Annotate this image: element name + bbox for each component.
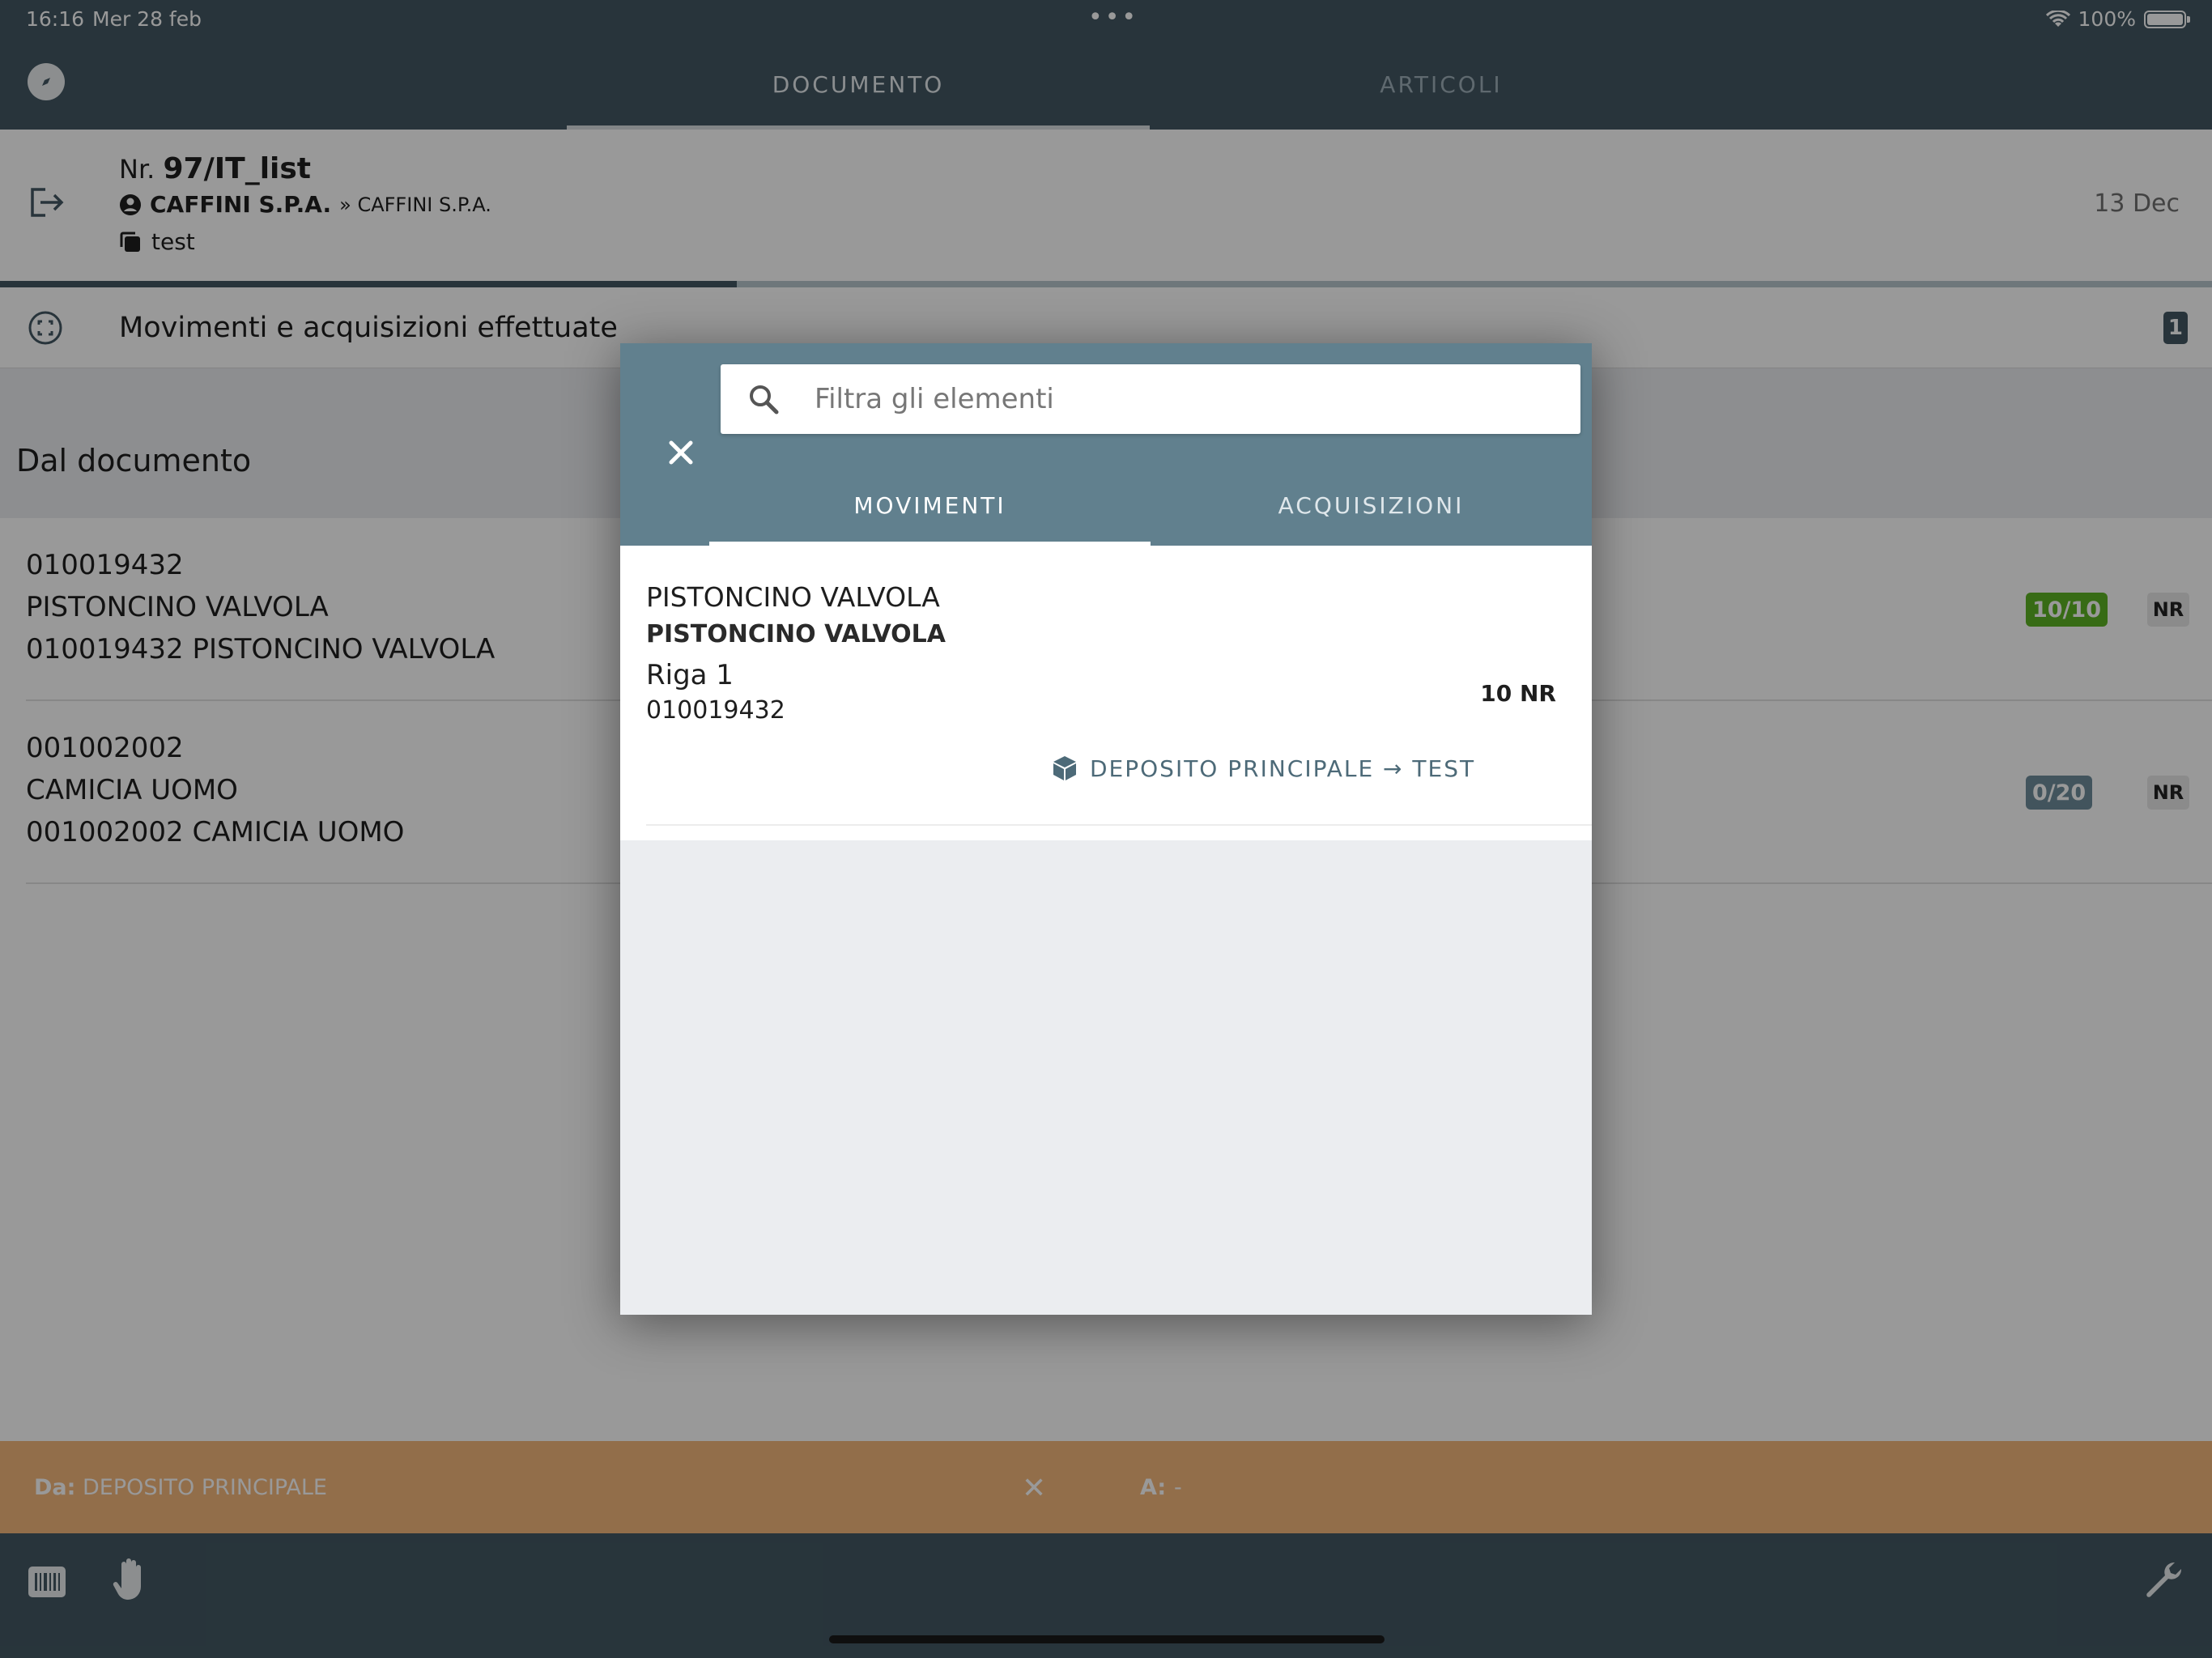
tab-movimenti-label: MOVIMENTI <box>853 491 1006 519</box>
movement-route: DEPOSITO PRINCIPALE → TEST <box>1051 755 1475 782</box>
movement-route-text: DEPOSITO PRINCIPALE → TEST <box>1090 755 1476 782</box>
search-input[interactable] <box>815 376 1559 423</box>
movements-dialog: MOVIMENTI ACQUISIZIONI PISTONCINO VALVOL… <box>620 343 1592 1315</box>
divider <box>646 824 1592 826</box>
search-box <box>721 364 1580 434</box>
movement-subtitle: PISTONCINO VALVOLA <box>646 620 946 648</box>
tab-acquisizioni[interactable]: ACQUISIZIONI <box>1151 465 1592 546</box>
movement-title: PISTONCINO VALVOLA <box>646 581 940 613</box>
movement-row: Riga 1 <box>646 659 734 691</box>
tab-acquisizioni-label: ACQUISIZIONI <box>1278 491 1465 519</box>
close-icon[interactable] <box>653 424 709 481</box>
box-icon <box>1053 756 1076 780</box>
movement-code: 010019432 <box>646 696 785 725</box>
movement-card[interactable]: PISTONCINO VALVOLA PISTONCINO VALVOLA Ri… <box>620 546 1592 840</box>
tab-movimenti[interactable]: MOVIMENTI <box>709 465 1151 546</box>
dialog-header: MOVIMENTI ACQUISIZIONI <box>620 343 1592 546</box>
movement-qty: 10 NR <box>1480 680 1556 707</box>
search-icon <box>750 385 779 414</box>
